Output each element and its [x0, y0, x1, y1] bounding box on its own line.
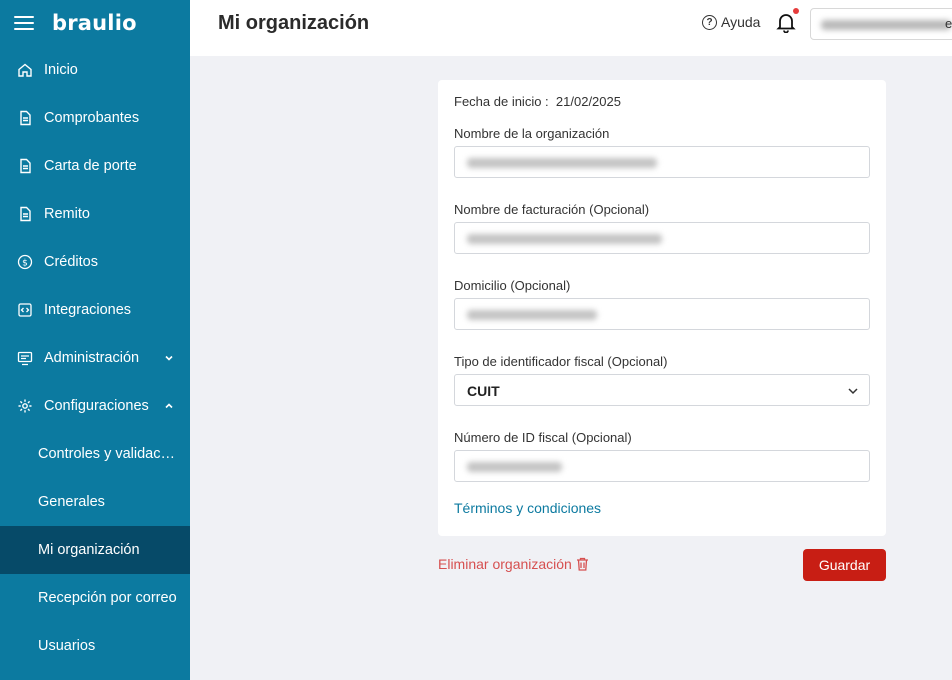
chevron-down-icon	[848, 388, 858, 395]
sidebar-item-configuraciones[interactable]: Configuraciones	[0, 382, 190, 430]
sidebar-nav: Inicio Comprobantes Carta de porte Remit…	[0, 46, 190, 670]
chevron-down-icon	[164, 353, 174, 363]
delete-organization-button[interactable]: Eliminar organización	[438, 556, 589, 572]
code-icon	[16, 301, 34, 319]
sidebar-item-label: Créditos	[44, 254, 98, 270]
sidebar-subitem-mi-organizacion[interactable]: Mi organización	[0, 526, 190, 574]
sidebar-item-label: Inicio	[44, 62, 78, 78]
redacted-value	[467, 462, 562, 472]
bell-icon	[776, 14, 796, 34]
dollar-circle-icon: $	[16, 253, 34, 271]
sidebar-subitem-label: Mi organización	[38, 542, 140, 558]
address-input[interactable]	[454, 298, 870, 330]
sidebar-item-label: Integraciones	[44, 302, 132, 318]
sidebar-subitem-controles[interactable]: Controles y validaciones	[0, 430, 190, 478]
sidebar: braulio Inicio Comprobantes Carta de por…	[0, 0, 190, 680]
start-date: Fecha de inicio : 21/02/2025	[454, 94, 621, 109]
sidebar-subitem-recepcion[interactable]: Recepción por correo	[0, 574, 190, 622]
org-name-label: Nombre de la organización	[454, 126, 610, 141]
sidebar-subitem-label: Controles y validaciones	[38, 446, 178, 462]
help-link[interactable]: ? Ayuda	[702, 14, 760, 30]
sidebar-item-carta-de-porte[interactable]: Carta de porte	[0, 142, 190, 190]
sidebar-subitem-usuarios[interactable]: Usuarios	[0, 622, 190, 670]
sidebar-item-creditos[interactable]: $ Créditos	[0, 238, 190, 286]
sidebar-item-label: Administración	[44, 350, 140, 366]
redacted-value	[467, 310, 597, 320]
notification-dot	[793, 8, 799, 14]
menu-icon[interactable]	[14, 16, 34, 30]
redacted-value	[467, 234, 662, 244]
sidebar-item-inicio[interactable]: Inicio	[0, 46, 190, 94]
sidebar-item-integraciones[interactable]: Integraciones	[0, 286, 190, 334]
monitor-icon	[16, 349, 34, 367]
tax-id-type-label: Tipo de identificador fiscal (Opcional)	[454, 354, 668, 369]
sidebar-item-label: Remito	[44, 206, 90, 222]
organization-card: Fecha de inicio : 21/02/2025 Nombre de l…	[438, 80, 886, 536]
start-date-label: Fecha de inicio :	[454, 94, 549, 109]
sidebar-item-administracion[interactable]: Administración	[0, 334, 190, 382]
sidebar-item-comprobantes[interactable]: Comprobantes	[0, 94, 190, 142]
document-icon	[16, 205, 34, 223]
sidebar-subitem-label: Recepción por correo	[38, 590, 177, 606]
logo: braulio	[52, 11, 137, 35]
chevron-up-icon	[164, 401, 174, 411]
tax-id-type-select[interactable]: CUIT	[454, 374, 870, 406]
user-selector[interactable]: er	[810, 8, 952, 40]
brand-bar: braulio	[0, 0, 190, 46]
question-icon: ?	[702, 14, 717, 30]
sidebar-item-remito[interactable]: Remito	[0, 190, 190, 238]
notifications-button[interactable]	[776, 8, 799, 34]
address-label: Domicilio (Opcional)	[454, 278, 571, 293]
document-icon	[16, 109, 34, 127]
tax-id-number-input[interactable]	[454, 450, 870, 482]
start-date-value: 21/02/2025	[555, 94, 621, 109]
redacted-user-name	[821, 20, 951, 30]
home-icon	[16, 61, 34, 79]
svg-text:$: $	[22, 259, 28, 269]
delete-label: Eliminar organización	[438, 556, 572, 572]
sidebar-item-label: Carta de porte	[44, 158, 137, 174]
sidebar-subitem-generales[interactable]: Generales	[0, 478, 190, 526]
billing-name-label: Nombre de facturación (Opcional)	[454, 202, 650, 217]
tax-id-number-label: Número de ID fiscal (Opcional)	[454, 430, 632, 445]
org-name-input[interactable]	[454, 146, 870, 178]
user-name-tail: er	[945, 16, 952, 31]
tax-id-type-value: CUIT	[467, 383, 500, 399]
trash-icon	[576, 557, 588, 571]
redacted-value	[467, 158, 657, 168]
top-bar: Mi organización ? Ayuda er	[190, 0, 952, 56]
page-title: Mi organización	[218, 12, 370, 34]
terms-link[interactable]: Términos y condiciones	[454, 500, 601, 516]
document-icon	[16, 157, 34, 175]
billing-name-input[interactable]	[454, 222, 870, 254]
sidebar-item-label: Comprobantes	[44, 110, 140, 126]
save-button[interactable]: Guardar	[803, 549, 886, 581]
sidebar-item-label: Configuraciones	[44, 398, 149, 414]
help-label: Ayuda	[721, 14, 761, 30]
sidebar-subitem-label: Generales	[38, 494, 105, 510]
sidebar-subitem-label: Usuarios	[38, 638, 96, 654]
gear-icon	[16, 397, 34, 415]
